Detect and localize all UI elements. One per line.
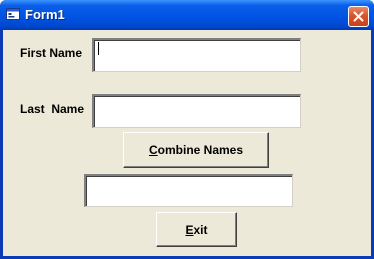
combined-name-output[interactable]: [84, 174, 293, 207]
last-name-input[interactable]: [92, 94, 301, 128]
form-client-area: First Name Last Name Combine Names Exit: [3, 30, 371, 256]
exit-label: xit: [193, 222, 208, 237]
combine-names-label: ombine Names: [157, 143, 244, 157]
first-name-input[interactable]: [92, 38, 301, 72]
window-title: Form1: [25, 7, 65, 22]
last-name-label: Last Name: [20, 102, 85, 116]
close-button[interactable]: [348, 6, 369, 27]
close-icon: [353, 11, 364, 22]
text-caret: [98, 42, 99, 55]
combine-names-accelerator: C: [148, 143, 158, 157]
first-name-label: First Name: [20, 46, 83, 60]
form1-window: Form1 First Name Last Name Combine Names…: [0, 0, 374, 259]
title-bar[interactable]: Form1: [0, 0, 374, 30]
form-app-icon: [6, 8, 20, 20]
exit-button[interactable]: Exit: [156, 212, 237, 247]
combine-names-button[interactable]: Combine Names: [123, 132, 269, 168]
exit-accelerator: E: [185, 222, 194, 237]
